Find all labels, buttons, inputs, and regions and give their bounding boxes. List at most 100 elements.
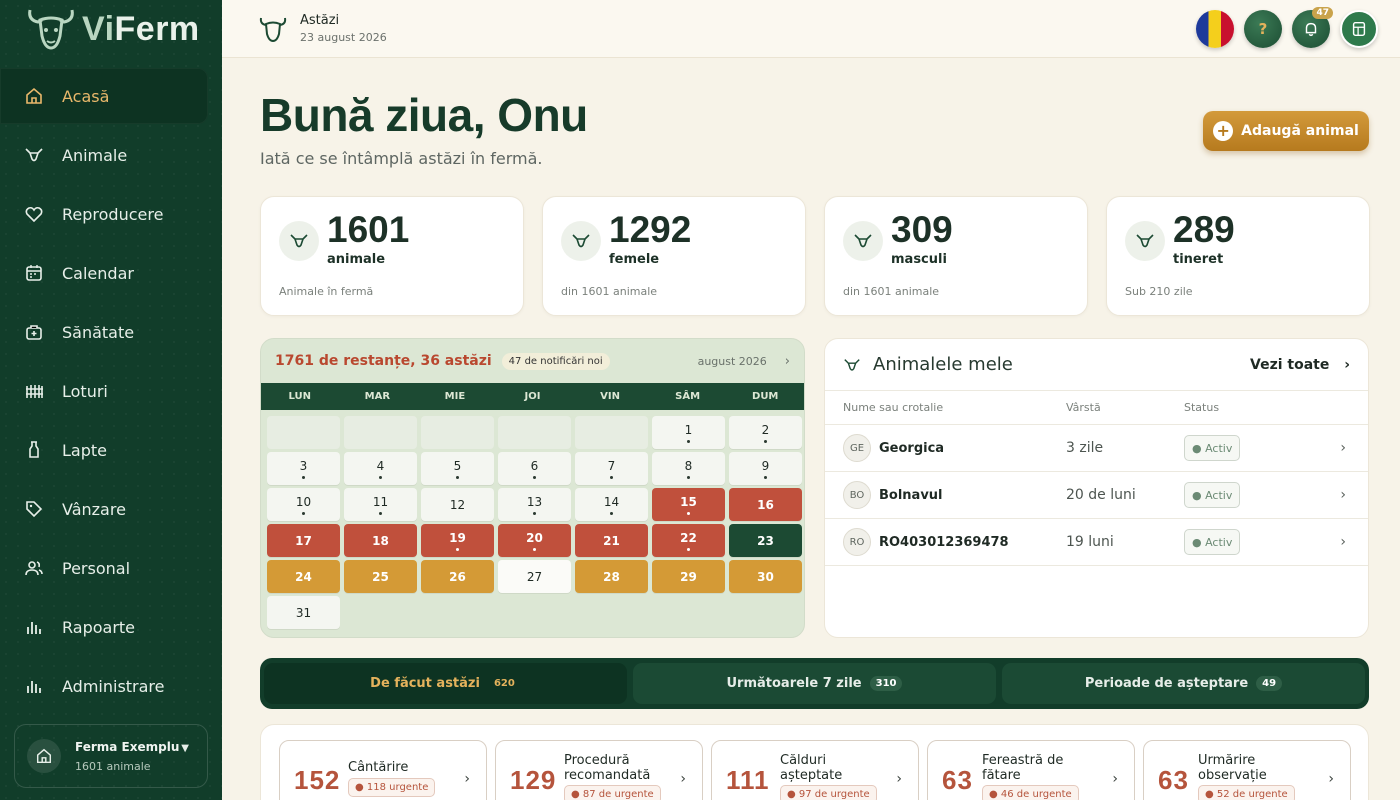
calendar-day[interactable]: 14 [575,488,648,521]
help-icon[interactable]: ? [1244,10,1282,48]
calendar-day[interactable]: 18 [344,524,417,557]
calendar-day[interactable]: 1 [652,416,725,449]
calendar-day[interactable]: 2 [729,416,802,449]
calendar-day-number: 18 [372,533,389,548]
event-dot [687,511,690,515]
sidebar-item-rapoarte[interactable]: Rapoarte [0,599,208,655]
stat-card-femele[interactable]: 1292 femele din 1601 animale [542,196,806,316]
calendar-day[interactable]: 17 [267,524,340,557]
calendar-day-number: 11 [372,494,389,509]
calendar-day[interactable]: 22 [652,524,725,557]
animal-row[interactable]: BO Bolnavul 20 de luni ● Activ › [825,472,1368,519]
animals-table-header: Nume sau crotalie Vârstă Status [825,391,1368,425]
farm-selector[interactable]: Ferma Exemplu 1601 animale ▼ [14,724,208,788]
sidebar-item-loturi[interactable]: Loturi [0,363,208,419]
sidebar-item-personal[interactable]: Personal [0,540,208,596]
calendar-day[interactable]: 12 [421,488,494,521]
calendar-day[interactable]: 29 [652,560,725,593]
calendar-day-number: 22 [680,530,697,545]
calendar-day[interactable]: 3 [267,452,340,485]
task-card[interactable]: 63 Urmărire observație ● 52 de urgente › [1143,740,1351,800]
sidebar-item-reproducere[interactable]: Reproducere [0,186,208,242]
calendar-day[interactable]: 10 [267,488,340,521]
calendar-day-number: 28 [603,569,620,584]
tab-1[interactable]: Următoarele 7 zile 310 [633,663,996,704]
event-dot [687,439,690,443]
tab-0[interactable]: De făcut astăzi 620 [264,663,627,704]
calendar-day[interactable]: 24 [267,560,340,593]
calendar-day[interactable]: 16 [729,488,802,521]
calendar-day[interactable]: 5 [421,452,494,485]
top-actions: ? 47 [1196,7,1378,48]
status-badge: ● Activ [1184,482,1241,508]
sidebar-item-vanzare[interactable]: Vânzare [0,481,208,537]
stat-card-tineret[interactable]: 289 tineret Sub 210 zile [1106,196,1370,316]
calendar-day[interactable]: 30 [729,560,802,593]
task-count: 152 [294,765,341,795]
notifications-bell-icon[interactable]: 47 [1292,7,1333,48]
calendar-day[interactable]: 6 [498,452,571,485]
calendar-day[interactable]: 28 [575,560,648,593]
sidebar-nav: Acasă Animale Reproducere Calendar Sănătate L… [0,68,222,714]
calendar-day[interactable]: 8 [652,452,725,485]
stat-subtitle: Sub 210 zile [1125,285,1193,298]
calendar-day[interactable]: 4 [344,452,417,485]
sidebar-item-calendar[interactable]: Calendar [0,245,208,301]
my-animals-panel: Animalele mele Vezi toate › Nume sau cro… [824,338,1369,638]
urgent-badge: ● 46 de urgente [982,785,1079,800]
my-animals-title: Animalele mele [873,354,1013,375]
calendar-day[interactable]: 20 [498,524,571,557]
calendar-day-number: 17 [295,533,312,548]
chevron-right-icon: › [1328,771,1334,787]
calendar-day[interactable]: 13 [498,488,571,521]
calendar-weekdays: LUN MAR MIE JOI VIN SÂM DUM [261,383,804,410]
add-animal-button[interactable]: + Adaugă animal [1203,111,1369,151]
calendar-day[interactable]: 27 [498,560,571,593]
calendar-day[interactable]: 11 [344,488,417,521]
calendar-day[interactable]: 31 [267,596,340,629]
calendar-day[interactable]: 21 [575,524,648,557]
calendar-notifications-badge[interactable]: 47 de notificări noi [501,352,610,370]
calendar-day[interactable]: 9 [729,452,802,485]
calendar-empty-cell [575,416,648,449]
task-card[interactable]: 111 Călduri așteptate ● 97 de urgente › [711,740,919,800]
stat-value: 289 [1173,209,1235,250]
tab-2[interactable]: Perioade de așteptare 49 [1002,663,1365,704]
urgent-badge: ● 52 de urgente [1198,785,1295,800]
calendar-day-number: 27 [526,569,543,584]
sidebar-item-acasa[interactable]: Acasă [0,68,208,124]
calendar-day[interactable]: 26 [421,560,494,593]
animal-row[interactable]: GE Georgica 3 zile ● Activ › [825,425,1368,472]
calendar-day-number: 12 [449,497,466,512]
task-card[interactable]: 63 Fereastră de fătare ● 46 de urgente › [927,740,1135,800]
calendar-day-number: 2 [761,422,770,437]
sidebar-item-administrare[interactable]: Administrare [0,658,208,714]
sidebar-item-sanatate[interactable]: Sănătate [0,304,208,360]
app-sheet-icon[interactable] [1340,10,1378,48]
chevron-right-icon[interactable]: › [785,354,790,369]
avatar: RO [843,528,871,556]
calendar-day-number: 3 [299,458,308,473]
task-card[interactable]: 129 Procedură recomandată ● 87 de urgente › [495,740,703,800]
view-all-link[interactable]: Vezi toate › [1250,357,1350,373]
calendar-day[interactable]: 19 [421,524,494,557]
animal-row[interactable]: RO RO403012369478 19 luni ● Activ › [825,519,1368,566]
stat-card-masculi[interactable]: 309 masculi din 1601 animale [824,196,1088,316]
task-card[interactable]: 152 Cântărire ● 118 urgente › [279,740,487,800]
sidebar-item-label: Sănătate [62,322,135,342]
calendar-icon [26,265,42,281]
romanian-flag-icon[interactable] [1196,10,1234,48]
bar-chart-icon [27,622,41,634]
app-logo[interactable]: ViFerm [0,0,222,58]
calendar-day[interactable]: 23 [729,524,802,557]
stat-label: masculi [891,252,947,267]
sidebar-item-animale[interactable]: Animale [0,127,208,183]
calendar-day[interactable]: 25 [344,560,417,593]
sidebar-item-lapte[interactable]: Lapte [0,422,208,478]
stat-card-animale[interactable]: 1601 animale Animale în fermă [260,196,524,316]
calendar-day[interactable]: 7 [575,452,648,485]
calendar-month: august 2026 [697,354,767,368]
sidebar-item-label: Personal [62,558,131,578]
sidebar-item-label: Vânzare [62,499,126,519]
calendar-day[interactable]: 15 [652,488,725,521]
